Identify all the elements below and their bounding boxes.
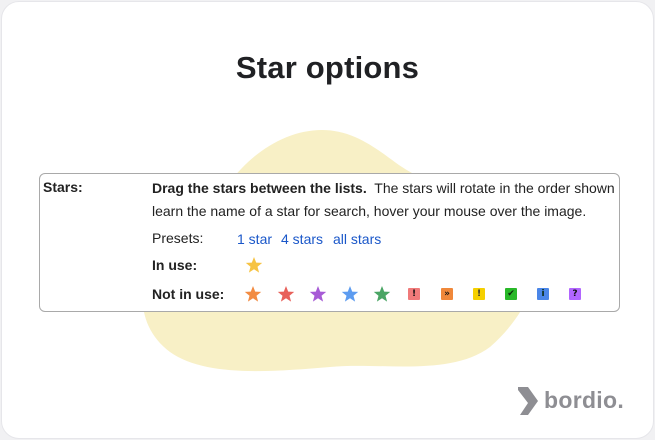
stars-settings-panel: Stars: Drag the stars between the lists.… xyxy=(39,173,620,312)
yellow-bang-icon[interactable]: ! xyxy=(473,288,485,300)
red-star-icon[interactable] xyxy=(277,285,295,303)
instruction-line-1: Drag the stars between the lists. The st… xyxy=(152,180,615,196)
preset-all-stars-link[interactable]: all stars xyxy=(333,231,381,247)
presets-label: Presets: xyxy=(152,230,204,246)
in-use-label: In use: xyxy=(152,257,198,273)
preset-1-star-link[interactable]: 1 star xyxy=(237,231,272,247)
yellow-star-icon[interactable] xyxy=(245,256,263,274)
stars-label: Stars: xyxy=(43,179,83,195)
purple-star-icon[interactable] xyxy=(309,285,327,303)
blue-info-icon[interactable]: i xyxy=(537,288,549,300)
brand-name: bordio. xyxy=(544,387,625,413)
purple-question-icon[interactable]: ? xyxy=(569,288,581,300)
red-bang-icon[interactable]: ! xyxy=(408,288,420,300)
orange-guillemet-icon[interactable]: » xyxy=(441,288,453,300)
blue-star-icon[interactable] xyxy=(341,285,359,303)
orange-star-icon[interactable] xyxy=(244,285,262,303)
preset-4-stars-link[interactable]: 4 stars xyxy=(281,231,323,247)
card: Star options Stars: Drag the stars betwe… xyxy=(1,1,654,439)
green-check-icon[interactable]: ✔ xyxy=(505,288,517,300)
page-title: Star options xyxy=(235,50,420,85)
instruction-line-2: learn the name of a star for search, hov… xyxy=(152,203,587,219)
bordio-logo-icon xyxy=(518,387,538,415)
not-in-use-label: Not in use: xyxy=(152,286,225,302)
instruction-bold: Drag the stars between the lists. xyxy=(152,180,367,196)
instruction-rest: The stars will rotate in the order shown xyxy=(374,180,615,196)
green-star-icon[interactable] xyxy=(373,285,391,303)
